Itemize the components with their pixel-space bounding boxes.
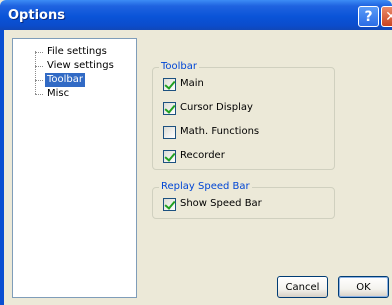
recorder-checkbox-row[interactable]: Recorder xyxy=(163,149,225,163)
title-bar[interactable]: Options ? ✕ xyxy=(0,0,392,30)
show-speed-bar-checkbox-row[interactable]: Show Speed Bar xyxy=(163,197,262,211)
cursor-display-checkbox-row[interactable]: Cursor Display xyxy=(163,101,253,115)
main-checkbox-row[interactable]: Main xyxy=(163,77,204,91)
tree-item-label: File settings xyxy=(47,46,107,57)
checkbox-label: Recorder xyxy=(180,150,225,161)
speed-bar-group: Replay Speed Bar Show Speed Bar xyxy=(152,181,335,219)
close-icon: ✕ xyxy=(385,8,392,25)
window-frame-left xyxy=(0,30,4,305)
help-button[interactable]: ? xyxy=(358,6,379,27)
toolbar-group-title: Toolbar xyxy=(159,61,200,73)
toolbar-group: Toolbar Main Cursor Display Math. Functi… xyxy=(152,61,335,170)
tree-item-label: Misc xyxy=(47,88,70,99)
window-title: Options xyxy=(8,8,65,23)
tree-branch-line xyxy=(35,80,43,81)
ok-button[interactable]: OK xyxy=(338,276,389,298)
help-icon: ? xyxy=(364,8,373,25)
checkbox-label: Main xyxy=(180,78,204,89)
tree-branch-line xyxy=(35,52,43,53)
math-functions-checkbox[interactable] xyxy=(163,125,176,139)
tree-item-label: View settings xyxy=(47,60,114,71)
tree-connector xyxy=(35,51,36,94)
show-speed-bar-checkbox[interactable] xyxy=(163,197,176,211)
cursor-display-checkbox[interactable] xyxy=(163,101,176,115)
close-button[interactable]: ✕ xyxy=(381,6,392,27)
checkbox-label: Math. Functions xyxy=(180,126,260,137)
cancel-button[interactable]: Cancel xyxy=(277,276,328,298)
checkbox-label: Cursor Display xyxy=(180,102,253,113)
settings-tree[interactable]: File settings View settings Toolbar Misc xyxy=(12,38,137,298)
tree-branch-line xyxy=(35,66,43,67)
tree-branch-line xyxy=(35,94,43,95)
speed-bar-group-title: Replay Speed Bar xyxy=(159,181,252,193)
checkbox-label: Show Speed Bar xyxy=(180,198,262,209)
tree-item-label: Toolbar xyxy=(45,73,86,87)
main-checkbox[interactable] xyxy=(163,77,176,91)
recorder-checkbox[interactable] xyxy=(163,149,176,163)
math-functions-checkbox-row[interactable]: Math. Functions xyxy=(163,125,259,139)
